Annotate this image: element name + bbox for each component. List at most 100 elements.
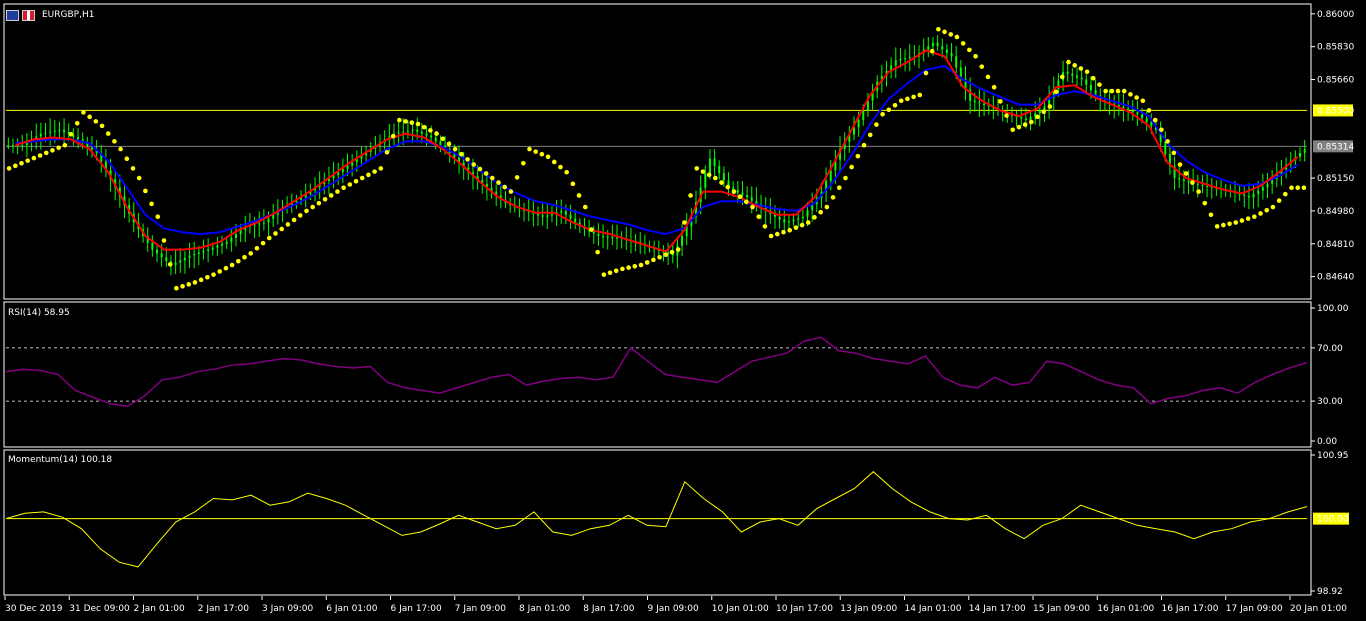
candle-body bbox=[216, 245, 219, 248]
candle-body bbox=[262, 222, 265, 224]
sar-dot bbox=[1264, 207, 1270, 213]
time-tick-label: 10 Jan 17:00 bbox=[776, 604, 833, 614]
candle-body bbox=[211, 247, 214, 250]
candle-body bbox=[160, 253, 163, 258]
candle-body bbox=[931, 42, 934, 47]
sar-dot bbox=[1078, 66, 1084, 71]
sar-dot bbox=[384, 149, 390, 155]
time-tick-label: 6 Jan 01:00 bbox=[326, 604, 378, 614]
price-axis: 0.86000 0.85830 0.85660 0.85500 0.85314 0.851… bbox=[1311, 10, 1354, 283]
sar-dot bbox=[551, 159, 557, 165]
momentum-title: Momentum(14) 100.18 bbox=[8, 455, 112, 465]
momentum-axis: 100.95 100.00 98.92 bbox=[1311, 451, 1349, 597]
sar-dot bbox=[143, 188, 148, 194]
candle-body bbox=[202, 251, 205, 253]
sar-dot bbox=[855, 153, 861, 159]
sar-dot bbox=[328, 193, 334, 198]
candle-body bbox=[1178, 178, 1181, 180]
sar-dot bbox=[1252, 214, 1257, 220]
sar-dot bbox=[998, 99, 1003, 104]
candle-body bbox=[927, 46, 930, 50]
candle-body bbox=[63, 129, 66, 133]
candle-body bbox=[434, 137, 437, 142]
sar-dot bbox=[174, 285, 179, 291]
candle-body bbox=[955, 56, 958, 68]
sar-dot bbox=[706, 172, 712, 178]
candle-body bbox=[1136, 112, 1139, 115]
sar-dot bbox=[37, 153, 43, 158]
sar-dot bbox=[223, 265, 229, 271]
candle-body bbox=[857, 120, 860, 128]
sar-dot bbox=[477, 166, 483, 172]
sar-dot bbox=[1202, 200, 1208, 206]
candle-body bbox=[899, 59, 902, 61]
sar-dot bbox=[824, 204, 830, 210]
sar-dot bbox=[347, 182, 353, 187]
momentum-pane-frame[interactable] bbox=[3, 449, 1312, 596]
sar-dot bbox=[434, 131, 439, 136]
candle-body bbox=[397, 132, 400, 134]
price-tick-label: 0.85660 bbox=[1317, 76, 1354, 86]
sar-dot bbox=[768, 233, 774, 239]
candle-body bbox=[1299, 152, 1302, 157]
sar-dot bbox=[428, 128, 433, 133]
sar-dot bbox=[372, 169, 377, 174]
sar-dot bbox=[1010, 127, 1016, 133]
sar-dot bbox=[1115, 88, 1121, 94]
candle-body bbox=[792, 219, 795, 222]
sar-dot bbox=[1276, 198, 1282, 203]
sar-dot bbox=[459, 151, 464, 157]
sar-dot bbox=[440, 136, 446, 142]
sar-dot bbox=[254, 245, 260, 251]
sar-dot bbox=[564, 169, 569, 175]
sar-dot bbox=[948, 32, 954, 37]
price-pane-frame[interactable] bbox=[3, 3, 1312, 300]
sar-dot bbox=[242, 254, 247, 260]
sar-dot bbox=[929, 48, 935, 54]
sar-dot bbox=[1289, 185, 1294, 191]
sar-dot bbox=[192, 280, 198, 285]
sar-dot bbox=[1239, 218, 1245, 223]
candle-body bbox=[221, 243, 224, 246]
price-tick-label: 0.85500 bbox=[1317, 106, 1354, 116]
candle-body bbox=[183, 257, 186, 261]
candle-body bbox=[950, 52, 953, 57]
momentum-tick-label: 100.95 bbox=[1317, 451, 1349, 461]
sar-dot bbox=[304, 208, 309, 214]
rsi-pane-frame[interactable] bbox=[3, 301, 1312, 448]
candle-body bbox=[156, 249, 159, 254]
sar-dot bbox=[19, 160, 24, 166]
sar-dot bbox=[812, 215, 817, 220]
sar-dot bbox=[1029, 119, 1034, 125]
sar-dot bbox=[490, 175, 495, 181]
candle-body bbox=[39, 133, 42, 137]
candle-body bbox=[1076, 75, 1079, 78]
sar-dot bbox=[1022, 122, 1028, 127]
time-tick-label: 14 Jan 01:00 bbox=[905, 604, 962, 614]
sar-dot bbox=[936, 26, 941, 32]
sar-dot bbox=[502, 184, 508, 190]
candle-body bbox=[1257, 190, 1260, 194]
sar-dot bbox=[50, 148, 55, 153]
sar-dot bbox=[1283, 191, 1288, 197]
candle-body bbox=[750, 197, 753, 201]
candle-body bbox=[58, 129, 61, 131]
sar-dot bbox=[787, 227, 792, 233]
sar-dot bbox=[775, 231, 780, 237]
sar-dot bbox=[260, 240, 266, 246]
sar-dot bbox=[651, 257, 656, 263]
sar-dot bbox=[954, 34, 960, 40]
sar-dot bbox=[248, 251, 254, 256]
candle-body bbox=[416, 129, 419, 132]
price-tick-label: 0.85150 bbox=[1317, 174, 1354, 184]
momentum-line bbox=[5, 471, 1308, 568]
trading-chart[interactable]: 0.86000 0.85830 0.85660 0.85500 0.85314 0.851… bbox=[0, 0, 1366, 621]
sar-dot bbox=[335, 189, 340, 194]
sar-dot bbox=[1214, 224, 1220, 229]
time-tick-label: 10 Jan 01:00 bbox=[712, 604, 769, 614]
candle-body bbox=[1131, 110, 1134, 113]
sar-dot bbox=[669, 249, 675, 255]
sar-dot bbox=[1053, 89, 1059, 95]
sar-dot bbox=[799, 222, 805, 228]
sar-dot bbox=[744, 199, 749, 205]
